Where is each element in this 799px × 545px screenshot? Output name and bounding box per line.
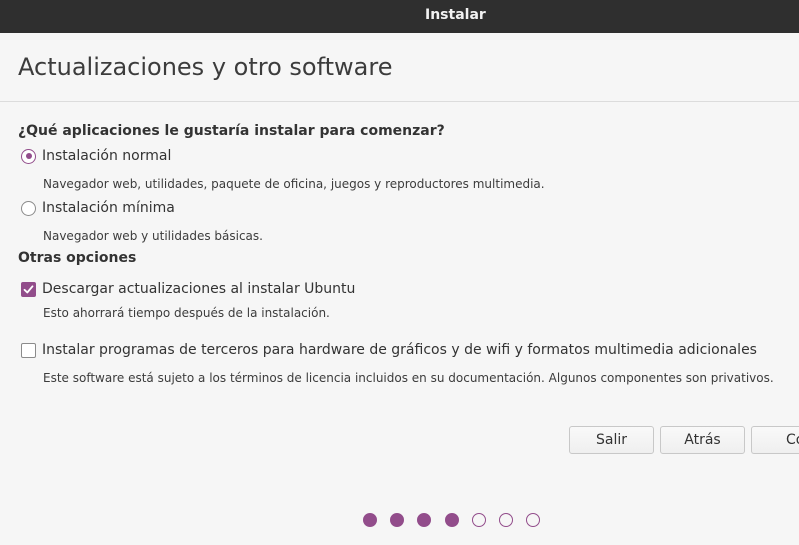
progress-dot — [363, 513, 377, 527]
third-party-description: Este software está sujeto a los términos… — [43, 371, 774, 385]
progress-dot — [444, 513, 459, 527]
radio-selected-icon[interactable] — [21, 148, 36, 164]
download-updates-description: Esto ahorrará tiempo después de la insta… — [43, 306, 330, 320]
window-titlebar: Instalar — [0, 0, 799, 33]
progress-dot — [526, 513, 541, 527]
page-title: Actualizaciones y otro software — [18, 53, 393, 81]
radio-minimal-install-label[interactable]: Instalación mínima — [42, 200, 175, 216]
radio-normal-install-label[interactable]: Instalación normal — [42, 148, 171, 164]
radio-unselected-icon[interactable] — [21, 200, 36, 216]
radio-minimal-install[interactable]: Instalación mínima — [21, 200, 175, 216]
checkbox-download-updates[interactable]: Descargar actualizaciones al instalar Ub… — [21, 281, 355, 297]
quit-button[interactable]: Salir — [569, 426, 654, 454]
back-button[interactable]: Atrás — [660, 426, 745, 454]
checkbox-unchecked-icon[interactable] — [21, 342, 36, 358]
checkbox-checked-icon[interactable] — [21, 281, 36, 297]
apps-section-heading: ¿Qué aplicaciones le gustaría instalar p… — [18, 123, 445, 139]
checkbox-third-party-label[interactable]: Instalar programas de terceros para hard… — [42, 342, 757, 358]
window-title: Instalar — [425, 7, 486, 23]
checkbox-download-updates-label[interactable]: Descargar actualizaciones al instalar Ub… — [42, 281, 355, 297]
minimal-install-description: Navegador web y utilidades básicas. — [43, 229, 263, 243]
progress-dot — [471, 513, 486, 527]
checkbox-third-party[interactable]: Instalar programas de terceros para hard… — [21, 342, 757, 358]
check-icon — [23, 284, 34, 293]
progress-dot — [417, 513, 432, 527]
progress-dot — [390, 513, 405, 527]
header-divider — [0, 101, 799, 102]
progress-dot — [498, 513, 513, 527]
radio-normal-install[interactable]: Instalación normal — [21, 148, 171, 164]
other-options-heading: Otras opciones — [18, 250, 137, 266]
continue-button[interactable]: Continuar — [751, 426, 799, 454]
step-progress-indicator — [363, 513, 553, 527]
normal-install-description: Navegador web, utilidades, paquete de of… — [43, 177, 545, 191]
